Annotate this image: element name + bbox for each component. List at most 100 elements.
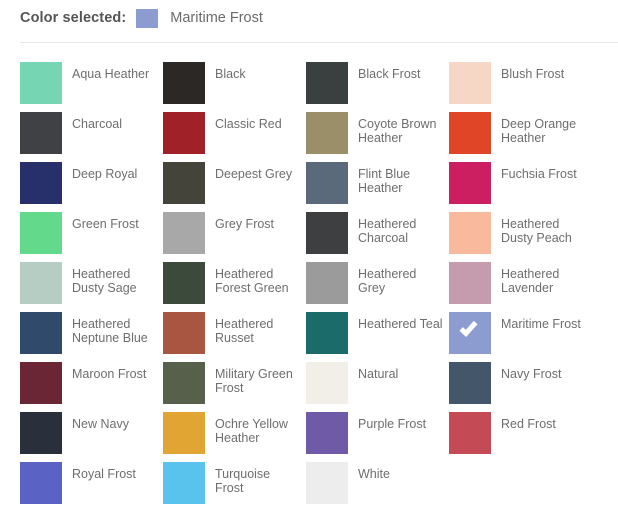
color-swatch-option[interactable]: Heathered Charcoal bbox=[306, 212, 449, 262]
swatch-chip[interactable] bbox=[306, 262, 348, 304]
swatch-chip[interactable] bbox=[20, 362, 62, 404]
color-swatch-option[interactable]: Grey Frost bbox=[163, 212, 306, 262]
swatch-label: Maritime Frost bbox=[501, 317, 581, 331]
swatch-label: Flint Blue Heather bbox=[358, 167, 411, 195]
swatch-chip[interactable] bbox=[20, 262, 62, 304]
color-swatch-option[interactable]: Deep Royal bbox=[20, 162, 163, 212]
swatch-label: Deepest Grey bbox=[215, 167, 293, 181]
color-swatch-option[interactable]: Military Green Frost bbox=[163, 362, 306, 412]
color-swatch-option[interactable]: Heathered Forest Green bbox=[163, 262, 306, 312]
color-swatch-option[interactable]: Heathered Teal bbox=[306, 312, 449, 362]
swatch-label: Ochre Yellow Heather bbox=[215, 417, 288, 445]
swatch-label: Military Green Frost bbox=[215, 367, 293, 395]
color-swatch-option[interactable]: Heathered Neptune Blue bbox=[20, 312, 163, 362]
swatch-label: New Navy bbox=[72, 417, 129, 431]
swatch-chip[interactable] bbox=[449, 62, 491, 104]
swatch-chip[interactable] bbox=[306, 312, 348, 354]
color-swatch-option[interactable]: Heathered Dusty Peach bbox=[449, 212, 592, 262]
color-swatch-option[interactable]: Heathered Dusty Sage bbox=[20, 262, 163, 312]
swatch-chip[interactable] bbox=[20, 462, 62, 504]
color-swatch-option[interactable]: Coyote Brown Heather bbox=[306, 112, 449, 162]
swatch-label: Royal Frost bbox=[72, 467, 136, 481]
selected-color-swatch bbox=[136, 8, 159, 28]
swatch-label: Black Frost bbox=[358, 67, 421, 81]
swatch-label: Heathered Neptune Blue bbox=[72, 317, 148, 345]
swatch-chip[interactable] bbox=[306, 412, 348, 454]
swatch-chip[interactable] bbox=[163, 462, 205, 504]
swatch-label: Charcoal bbox=[72, 117, 123, 131]
swatch-chip[interactable] bbox=[449, 262, 491, 304]
swatch-label: Turquoise Frost bbox=[215, 467, 271, 495]
swatch-label: Purple Frost bbox=[358, 417, 427, 431]
color-swatch-option[interactable]: Heathered Grey bbox=[306, 262, 449, 312]
color-swatch-option[interactable]: Charcoal bbox=[20, 112, 163, 162]
color-swatch-option[interactable]: Deepest Grey bbox=[163, 162, 306, 212]
swatch-chip[interactable] bbox=[306, 62, 348, 104]
swatch-label: Heathered Teal bbox=[358, 317, 443, 331]
color-swatch-option[interactable]: Navy Frost bbox=[449, 362, 592, 412]
swatch-label: Black bbox=[215, 67, 246, 81]
swatch-chip[interactable] bbox=[20, 162, 62, 204]
color-swatch-option[interactable]: Royal Frost bbox=[20, 462, 163, 512]
swatch-chip[interactable] bbox=[163, 312, 205, 354]
swatch-chip[interactable] bbox=[20, 62, 62, 104]
swatch-chip[interactable] bbox=[20, 312, 62, 354]
color-swatch-option[interactable]: Red Frost bbox=[449, 412, 592, 462]
color-swatch-option[interactable]: Flint Blue Heather bbox=[306, 162, 449, 212]
color-swatch-option[interactable]: Ochre Yellow Heather bbox=[163, 412, 306, 462]
swatch-chip[interactable] bbox=[163, 362, 205, 404]
swatch-chip[interactable] bbox=[163, 262, 205, 304]
swatch-chip[interactable] bbox=[449, 112, 491, 154]
swatch-chip[interactable] bbox=[449, 162, 491, 204]
color-swatch-option[interactable]: Black Frost bbox=[306, 62, 449, 112]
color-picker-page: Color selected: Maritime Frost Aqua Heat… bbox=[0, 0, 618, 523]
swatch-label: Heathered Forest Green bbox=[215, 267, 289, 295]
swatch-chip[interactable] bbox=[306, 462, 348, 504]
color-swatch-option[interactable]: Heathered Lavender bbox=[449, 262, 592, 312]
swatch-chip[interactable] bbox=[449, 362, 491, 404]
color-swatch-option[interactable]: Black bbox=[163, 62, 306, 112]
swatch-label: Maroon Frost bbox=[72, 367, 147, 381]
swatch-chip[interactable] bbox=[449, 212, 491, 254]
swatch-chip[interactable] bbox=[306, 162, 348, 204]
swatch-label: Blush Frost bbox=[501, 67, 565, 81]
swatch-label: Coyote Brown Heather bbox=[358, 117, 437, 145]
swatch-label: Heathered Dusty Sage bbox=[72, 267, 137, 295]
color-swatch-option[interactable]: Purple Frost bbox=[306, 412, 449, 462]
color-swatch-option[interactable]: Heathered Russet bbox=[163, 312, 306, 362]
swatch-label: Natural bbox=[358, 367, 399, 381]
color-swatch-option[interactable]: Turquoise Frost bbox=[163, 462, 306, 512]
swatch-chip[interactable] bbox=[306, 362, 348, 404]
swatch-chip[interactable] bbox=[306, 112, 348, 154]
color-swatch-option[interactable]: Maroon Frost bbox=[20, 362, 163, 412]
swatch-label: Classic Red bbox=[215, 117, 282, 131]
swatch-chip[interactable] bbox=[163, 212, 205, 254]
color-swatch-option[interactable]: White bbox=[306, 462, 449, 512]
swatch-chip[interactable] bbox=[306, 212, 348, 254]
swatch-chip[interactable] bbox=[20, 112, 62, 154]
swatch-chip-selected-check-icon[interactable] bbox=[449, 312, 491, 354]
swatch-label: White bbox=[358, 467, 390, 481]
swatch-chip[interactable] bbox=[163, 412, 205, 454]
color-swatch-option[interactable]: Natural bbox=[306, 362, 449, 412]
color-swatch-option[interactable]: Fuchsia Frost bbox=[449, 162, 592, 212]
selected-color-name: Maritime Frost bbox=[170, 10, 263, 26]
swatch-label: Fuchsia Frost bbox=[501, 167, 577, 181]
swatch-chip[interactable] bbox=[163, 112, 205, 154]
swatch-label: Green Frost bbox=[72, 217, 139, 231]
color-swatch-option[interactable]: Classic Red bbox=[163, 112, 306, 162]
swatch-chip[interactable] bbox=[449, 412, 491, 454]
swatch-chip[interactable] bbox=[20, 412, 62, 454]
color-swatch-option[interactable]: Deep Orange Heather bbox=[449, 112, 592, 162]
color-swatch-option[interactable]: Aqua Heather bbox=[20, 62, 163, 112]
swatch-label: Heathered Grey bbox=[358, 267, 417, 295]
selected-color-header: Color selected: Maritime Frost bbox=[0, 0, 618, 30]
color-swatch-option[interactable]: Green Frost bbox=[20, 212, 163, 262]
swatch-chip[interactable] bbox=[163, 62, 205, 104]
color-swatch-grid: Aqua Heather Black Black Frost Blush Frost C… bbox=[0, 62, 618, 512]
color-swatch-option[interactable]: Blush Frost bbox=[449, 62, 592, 112]
color-swatch-option[interactable]: Maritime Frost bbox=[449, 312, 592, 362]
swatch-chip[interactable] bbox=[163, 162, 205, 204]
swatch-chip[interactable] bbox=[20, 212, 62, 254]
color-swatch-option[interactable]: New Navy bbox=[20, 412, 163, 462]
